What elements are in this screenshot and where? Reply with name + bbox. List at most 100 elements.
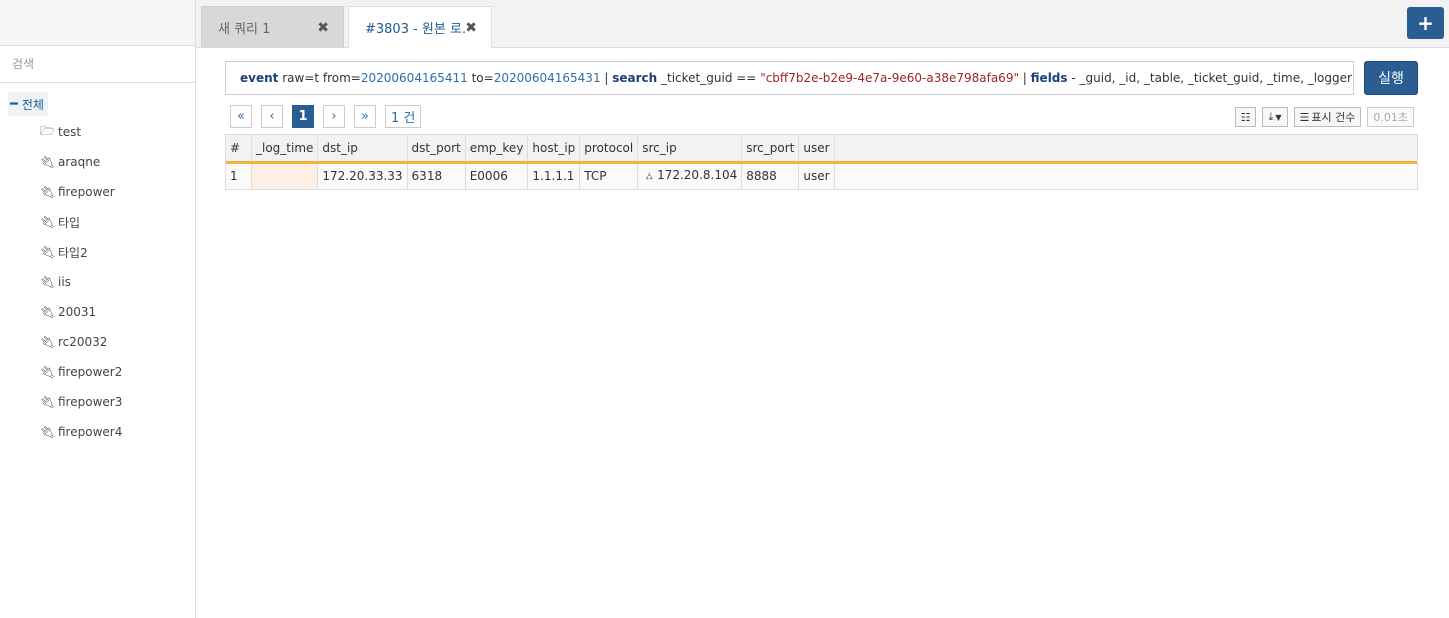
- tree-item-rc20032[interactable]: 🔌︎ rc20032: [0, 327, 195, 357]
- prev-page-button[interactable]: ‹: [261, 105, 283, 128]
- download-button[interactable]: ⤓ ▼: [1262, 107, 1288, 127]
- src-ip-value: 172.20.8.104: [657, 168, 738, 183]
- plug-icon: 🔌︎: [40, 215, 56, 229]
- table-cell: 1: [226, 162, 252, 189]
- column-header[interactable]: protocol: [579, 135, 639, 164]
- tree-item-label: firepower4: [58, 425, 123, 439]
- search-input[interactable]: [10, 56, 180, 72]
- query-pipe: |: [1018, 71, 1031, 85]
- tree-item-test[interactable]: 🗁 test: [0, 117, 195, 147]
- tree-item-label: firepower3: [58, 395, 123, 409]
- query-row: event raw=t from= 20200604165411 to= 202…: [225, 61, 1418, 95]
- table-cell-src-ip: ⛼ 172.20.8.104: [637, 162, 743, 189]
- column-header[interactable]: emp_key: [465, 135, 529, 164]
- tree-item-label: 20031: [58, 305, 97, 319]
- query-to-value: 20200604165431: [493, 71, 601, 85]
- last-page-button[interactable]: »: [354, 105, 376, 128]
- tab-original-log[interactable]: #3803 - 원본 로... ✖: [348, 6, 492, 49]
- tree-item-label: araqne: [58, 155, 101, 169]
- table-cell: TCP: [579, 162, 639, 189]
- header-row: # _log_time dst_ip dst_port emp_key host…: [226, 135, 1417, 164]
- tab-label: #3803 - 원본 로...: [365, 22, 466, 37]
- tree-item-label: rc20032: [58, 335, 108, 349]
- tree-item-iis[interactable]: 🔌︎ iis: [0, 267, 195, 297]
- main-panel: 새 쿼리 1 ✖ #3803 - 원본 로... ✖ + event raw=t…: [196, 0, 1449, 618]
- query-keyword-search: search: [612, 71, 658, 85]
- table-cell: 172.20.33.33: [317, 162, 408, 189]
- query-from-value: 20200604165411: [360, 71, 468, 85]
- add-tab-button[interactable]: +: [1407, 7, 1444, 39]
- column-header[interactable]: host_ip: [527, 135, 581, 164]
- caret-down-icon: ▼: [1275, 112, 1282, 122]
- tree-item-type[interactable]: 🔌︎ 타입: [0, 207, 195, 237]
- query-input[interactable]: event raw=t from= 20200604165411 to= 202…: [225, 61, 1354, 95]
- plug-icon: 🔌︎: [40, 185, 56, 199]
- query-to-part: to=: [467, 71, 494, 85]
- tree-item-label: firepower: [58, 185, 115, 199]
- plug-icon: 🔌︎: [40, 425, 56, 439]
- run-button[interactable]: 실행: [1364, 61, 1418, 95]
- plug-icon: 🔌︎: [40, 365, 56, 379]
- column-header[interactable]: _log_time: [251, 135, 319, 164]
- list-icon: ☰: [1299, 110, 1310, 124]
- table-row[interactable]: 1 172.20.33.33 6318 E0006 1.1.1.1 TCP ⛼ 1…: [226, 162, 1417, 189]
- result-grid: # _log_time dst_ip dst_port emp_key host…: [225, 134, 1418, 190]
- column-header[interactable]: #: [226, 135, 252, 164]
- tree-root-label: 전체: [21, 97, 44, 112]
- list-alt-icon: ☷: [1240, 110, 1251, 124]
- plug-icon: 🔌︎: [40, 245, 56, 259]
- tree-item-firepower2[interactable]: 🔌︎ firepower2: [0, 357, 195, 387]
- result-table: # _log_time dst_ip dst_port emp_key host…: [226, 135, 1417, 189]
- tree-item-firepower[interactable]: 🔌︎ firepower: [0, 177, 195, 207]
- tree-item-label: 타입: [58, 215, 81, 230]
- page-1-button[interactable]: 1: [292, 105, 314, 128]
- column-header[interactable]: dst_ip: [317, 135, 408, 164]
- table-cell: 6318: [407, 162, 466, 189]
- close-icon[interactable]: ✖: [465, 20, 477, 36]
- plug-icon: 🔌︎: [40, 305, 56, 319]
- table-cell: user: [798, 162, 835, 189]
- column-settings-button[interactable]: ☷: [1234, 107, 1257, 127]
- next-page-button[interactable]: ›: [323, 105, 345, 128]
- tree-item-type2[interactable]: 🔌︎ 타입2: [0, 237, 195, 267]
- query-keyword-event: event: [240, 71, 279, 85]
- tree-root-node[interactable]: ━ 전체: [8, 92, 48, 116]
- query-keyword-fields: fields: [1030, 71, 1068, 85]
- table-cell: 1.1.1.1: [527, 162, 581, 189]
- tree-root[interactable]: ━ 전체: [0, 91, 195, 117]
- column-header[interactable]: src_port: [741, 135, 800, 164]
- table-tree: ━ 전체 🗁 test 🔌︎ araqne 🔌︎ firepower 🔌︎ 타입…: [0, 83, 195, 447]
- sidebar: ━ 전체 🗁 test 🔌︎ araqne 🔌︎ firepower 🔌︎ 타입…: [0, 0, 196, 618]
- query-search-field: _ticket_guid ==: [657, 71, 761, 85]
- close-icon[interactable]: ✖: [317, 20, 329, 36]
- sitemap-icon[interactable]: ⛼: [645, 171, 653, 182]
- sidebar-search: [0, 46, 195, 83]
- query-pipe: |: [600, 71, 613, 85]
- tree-item-label: firepower2: [58, 365, 123, 379]
- table-cell: E0006: [465, 162, 529, 189]
- column-header[interactable]: src_ip: [637, 135, 743, 164]
- table-cell: 8888: [741, 162, 800, 189]
- tree-item-label: 타입2: [58, 245, 88, 260]
- result-count: 1 건: [385, 105, 422, 128]
- tree-item-firepower4[interactable]: 🔌︎ firepower4: [0, 417, 195, 447]
- tab-label: 새 쿼리 1: [218, 22, 271, 37]
- tree-item-20031[interactable]: 🔌︎ 20031: [0, 297, 195, 327]
- display-count-label: 표시 건수: [1311, 111, 1356, 124]
- first-page-button[interactable]: «: [230, 105, 252, 128]
- tree-item-firepower3[interactable]: 🔌︎ firepower3: [0, 387, 195, 417]
- column-header[interactable]: dst_port: [407, 135, 466, 164]
- table-cell-filler: [834, 162, 1417, 189]
- plug-icon: 🔌︎: [40, 395, 56, 409]
- minus-icon[interactable]: ━: [10, 97, 18, 112]
- query-raw-part: raw=t from=: [278, 71, 361, 85]
- query-search-value: "cbff7b2e-b2e9-4e7a-9e60-a38e798afa69": [760, 71, 1019, 85]
- plug-icon: 🔌︎: [40, 275, 56, 289]
- table-cell: [251, 162, 319, 189]
- query-fields-list: - _guid, _id, _table, _ticket_guid, _tim…: [1071, 71, 1354, 85]
- tab-new-query[interactable]: 새 쿼리 1 ✖: [201, 6, 344, 48]
- tree-item-araqne[interactable]: 🔌︎ araqne: [0, 147, 195, 177]
- tree-item-label: test: [58, 125, 82, 139]
- display-count-button[interactable]: ☰ 표시 건수: [1293, 107, 1362, 127]
- column-header[interactable]: user: [798, 135, 835, 164]
